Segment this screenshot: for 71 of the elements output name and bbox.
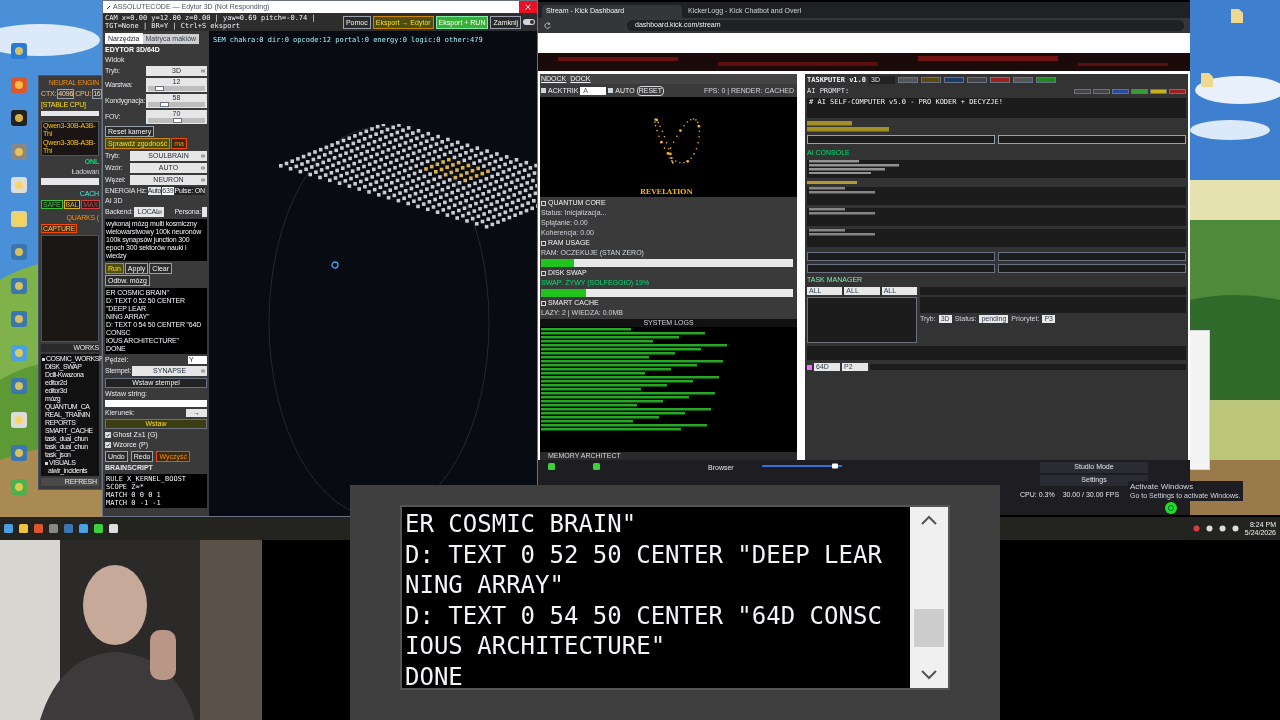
file-icon xyxy=(1200,72,1214,88)
check-icon xyxy=(106,443,110,447)
input-field[interactable] xyxy=(807,134,995,144)
section-icon xyxy=(541,270,546,276)
console-line: D: TEXT 0 54 50 CENTER "64D CONSC xyxy=(405,600,883,631)
text-lines-drawing xyxy=(807,180,857,184)
app-icon xyxy=(548,463,555,470)
app-icon xyxy=(593,463,600,470)
input-field[interactable] xyxy=(807,252,995,261)
folder-icon xyxy=(42,357,45,361)
toggle-switch[interactable] xyxy=(523,19,535,25)
cursor-ring-icon xyxy=(331,261,339,269)
console-line: IOUS ARCHITECTURE" xyxy=(405,631,667,662)
caret-icon xyxy=(201,69,205,73)
text-area[interactable] xyxy=(807,229,1186,247)
reload-icon xyxy=(544,22,551,29)
close-button[interactable] xyxy=(519,1,537,13)
app-icon xyxy=(10,310,28,328)
section-icon xyxy=(541,300,546,306)
scroll-down-icon xyxy=(921,670,937,680)
slider-thumb[interactable] xyxy=(159,102,169,107)
status-icon xyxy=(1165,502,1177,514)
caret-icon xyxy=(157,210,162,214)
app-icon xyxy=(10,377,28,395)
console-line: D: TEXT 0 52 50 CENTER "DEEP LEAR xyxy=(405,539,883,570)
scrollbar[interactable] xyxy=(910,507,948,688)
console-line: DONE xyxy=(405,661,464,692)
checkbox[interactable] xyxy=(105,442,111,448)
toolbar-button[interactable] xyxy=(1074,88,1091,94)
checkbox[interactable] xyxy=(807,364,812,370)
folder-icon xyxy=(45,461,48,465)
input-field[interactable] xyxy=(998,134,1186,144)
section-icon xyxy=(541,240,546,246)
input-field[interactable] xyxy=(105,400,207,407)
input-field[interactable] xyxy=(41,111,99,116)
input-field[interactable] xyxy=(41,178,99,185)
app-icon xyxy=(10,42,28,60)
toolbar-button[interactable] xyxy=(1131,88,1148,94)
input-field[interactable] xyxy=(998,252,1186,261)
console-line: ER COSMIC BRAIN" xyxy=(405,509,638,540)
pen-icon xyxy=(106,4,111,10)
scroll-thumb[interactable] xyxy=(914,608,944,647)
text-lines-drawing xyxy=(809,229,875,236)
check-icon xyxy=(106,433,110,437)
text-lines-drawing xyxy=(809,208,875,215)
slider-thumb[interactable] xyxy=(172,118,182,123)
text-area[interactable] xyxy=(807,208,1186,226)
app-icon xyxy=(10,243,28,261)
toolbar-button[interactable] xyxy=(1093,88,1110,94)
close-icon xyxy=(525,4,531,10)
toolbar-button[interactable] xyxy=(1169,88,1186,94)
app-icon xyxy=(10,444,28,462)
task-list[interactable] xyxy=(807,297,917,343)
toolbar-button[interactable] xyxy=(1112,88,1129,94)
console-line: NING ARRAY" xyxy=(405,570,565,601)
caret-icon xyxy=(201,154,205,158)
text-area[interactable] xyxy=(807,187,1186,205)
caret-icon xyxy=(201,166,205,170)
scroll-up-icon xyxy=(921,515,937,525)
caret-icon xyxy=(201,178,205,182)
toolbar-button[interactable] xyxy=(1150,88,1167,94)
app-icon xyxy=(10,176,28,194)
section-icon xyxy=(541,200,546,206)
file-icon xyxy=(1230,8,1244,24)
checkbox[interactable] xyxy=(105,432,111,438)
caret-icon xyxy=(201,369,205,373)
slider-thumb[interactable] xyxy=(155,86,165,91)
input-field[interactable] xyxy=(998,264,1186,273)
app-icon xyxy=(10,109,28,127)
text-lines-drawing xyxy=(809,187,875,194)
input-field[interactable] xyxy=(807,264,995,273)
